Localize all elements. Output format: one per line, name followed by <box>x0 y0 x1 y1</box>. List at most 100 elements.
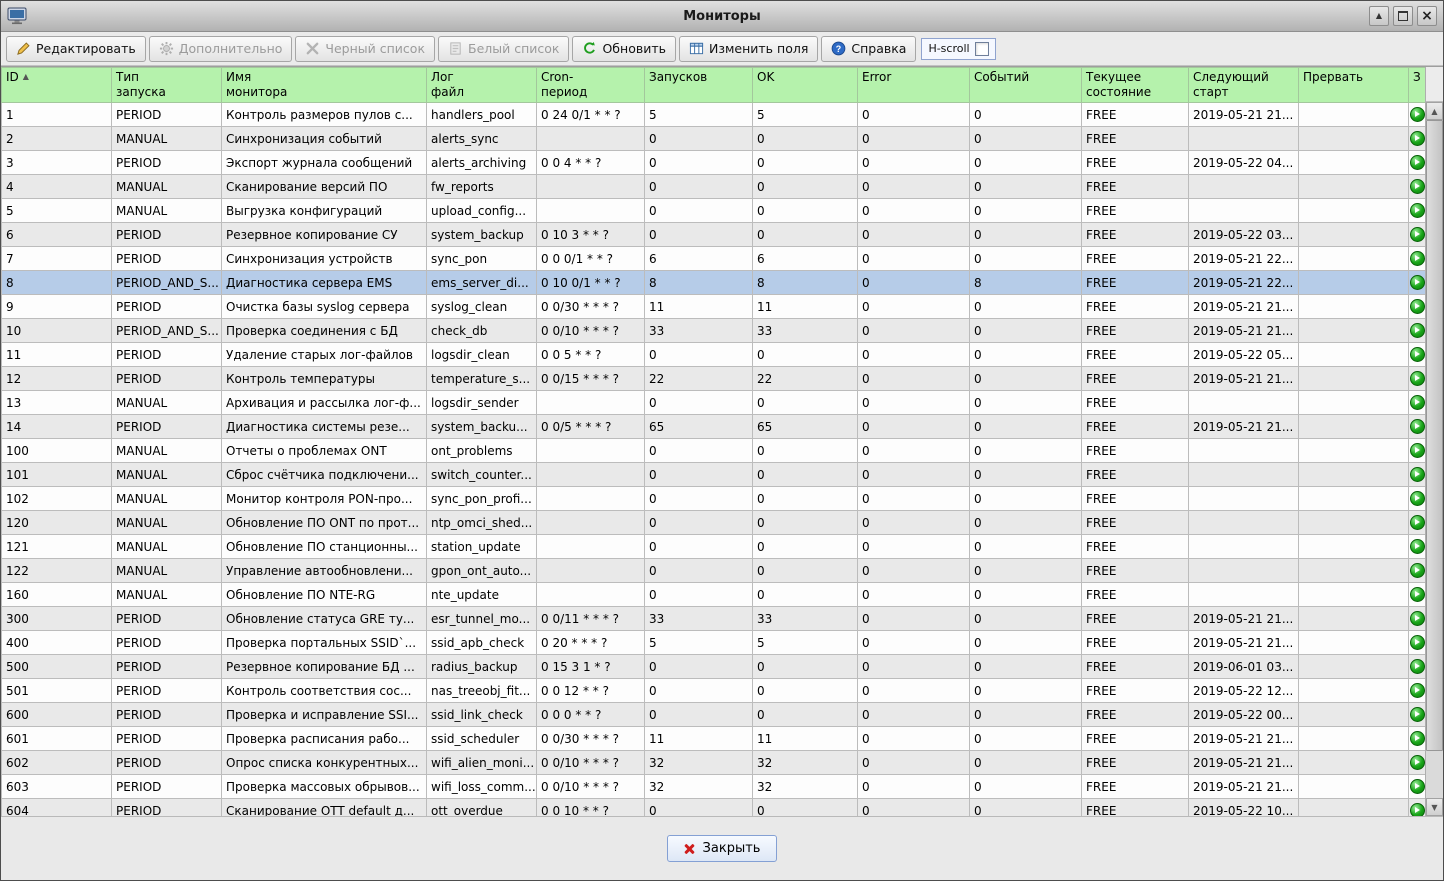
table-row[interactable]: 603PERIODПроверка массовых обрывов...wif… <box>2 775 1426 799</box>
run-monitor-button[interactable] <box>1410 107 1425 122</box>
run-monitor-button[interactable] <box>1410 251 1425 266</box>
run-monitor-button[interactable] <box>1410 803 1425 816</box>
hscroll-checkbox[interactable] <box>975 42 989 56</box>
cell-events: 0 <box>970 607 1082 631</box>
table-row[interactable]: 100MANUALОтчеты о проблемах ONTont_probl… <box>2 439 1426 463</box>
cell-launches: 0 <box>645 559 753 583</box>
table-row[interactable]: 500PERIODРезервное копирование БД ...rad… <box>2 655 1426 679</box>
close-dialog-button[interactable]: Закрыть <box>667 835 778 862</box>
cell-next_start: 2019-05-22 00... <box>1189 703 1299 727</box>
run-monitor-button[interactable] <box>1410 515 1425 530</box>
table-row[interactable]: 7PERIODСинхронизация устройствsync_pon0 … <box>2 247 1426 271</box>
table-row[interactable]: 6PERIODРезервное копирование СУsystem_ba… <box>2 223 1426 247</box>
table-row[interactable]: 5MANUALВыгрузка конфигурацийupload_confi… <box>2 199 1426 223</box>
run-monitor-button[interactable] <box>1410 683 1425 698</box>
column-header-run[interactable]: З <box>1409 68 1426 103</box>
table-row[interactable]: 8PERIOD_AND_S...Диагностика сервера EMSe… <box>2 271 1426 295</box>
column-header-launch_type[interactable]: Тип запуска <box>112 68 222 103</box>
run-monitor-button[interactable] <box>1410 467 1425 482</box>
run-monitor-button[interactable] <box>1410 179 1425 194</box>
table-row[interactable]: 120MANUALОбновление ПО ONT по прот...ntp… <box>2 511 1426 535</box>
scrollbar-track[interactable] <box>1426 120 1443 798</box>
table-row[interactable]: 602PERIODОпрос списка конкурентных...wif… <box>2 751 1426 775</box>
maximize-button[interactable] <box>1393 6 1413 26</box>
sort-ascending-icon: ▲ <box>23 72 29 81</box>
run-monitor-button[interactable] <box>1410 275 1425 290</box>
cell-current_state: FREE <box>1082 655 1189 679</box>
run-monitor-button[interactable] <box>1410 539 1425 554</box>
run-monitor-button[interactable] <box>1410 587 1425 602</box>
run-monitor-button[interactable] <box>1410 419 1425 434</box>
column-header-id[interactable]: ID▲ <box>2 68 112 103</box>
table-row[interactable]: 102MANUALМонитор контроля PON-про...sync… <box>2 487 1426 511</box>
rollup-button[interactable]: ▲ <box>1369 6 1389 26</box>
help-button[interactable]: ?Справка <box>821 36 916 62</box>
column-header-interrupt[interactable]: Прервать <box>1299 68 1409 103</box>
table-row[interactable]: 13MANUALАрхивация и рассылка лог-ф...log… <box>2 391 1426 415</box>
table-row[interactable]: 10PERIOD_AND_S...Проверка соединения с Б… <box>2 319 1426 343</box>
cell-monitor_name: Опрос списка конкурентных... <box>222 751 427 775</box>
table-row[interactable]: 1PERIODКонтроль размеров пулов с...handl… <box>2 103 1426 127</box>
table-row[interactable]: 300PERIODОбновление статуса GRE ту...esr… <box>2 607 1426 631</box>
column-header-log_file[interactable]: Лог файл <box>427 68 537 103</box>
table-row[interactable]: 122MANUALУправление автообновлени...gpon… <box>2 559 1426 583</box>
refresh-button[interactable]: Обновить <box>572 36 676 62</box>
column-header-cron_period[interactable]: Cron- период <box>537 68 645 103</box>
run-monitor-button[interactable] <box>1410 563 1425 578</box>
cell-ok: 0 <box>753 583 858 607</box>
table-row[interactable]: 101MANUALСброс счётчика подключени...swi… <box>2 463 1426 487</box>
cell-launches: 8 <box>645 271 753 295</box>
run-monitor-button[interactable] <box>1410 707 1425 722</box>
table-row[interactable]: 604PERIODСканирование OTT default д...ot… <box>2 799 1426 817</box>
table-row[interactable]: 400PERIODПроверка портальных SSID`...ssi… <box>2 631 1426 655</box>
scroll-down-button[interactable]: ▼ <box>1426 798 1443 816</box>
run-monitor-button[interactable] <box>1410 491 1425 506</box>
edit-fields-button[interactable]: Изменить поля <box>679 36 818 62</box>
scroll-up-button[interactable]: ▲ <box>1426 102 1443 120</box>
table-row[interactable]: 12PERIODКонтроль температурыtemperature_… <box>2 367 1426 391</box>
table-row[interactable]: 600PERIODПроверка и исправление SSI...ss… <box>2 703 1426 727</box>
column-header-error[interactable]: Error <box>858 68 970 103</box>
cell-launch_type: MANUAL <box>112 127 222 151</box>
run-monitor-button[interactable] <box>1410 299 1425 314</box>
table-row[interactable]: 2MANUALСинхронизация событийalerts_sync0… <box>2 127 1426 151</box>
column-header-next_start[interactable]: Следующий старт <box>1189 68 1299 103</box>
table-row[interactable]: 9PERIODОчистка базы syslog сервераsyslog… <box>2 295 1426 319</box>
run-monitor-button[interactable] <box>1410 659 1425 674</box>
run-monitor-button[interactable] <box>1410 155 1425 170</box>
table-row[interactable]: 4MANUALСканирование версий ПОfw_reports0… <box>2 175 1426 199</box>
run-monitor-button[interactable] <box>1410 347 1425 362</box>
close-window-button[interactable]: × <box>1417 6 1437 26</box>
table-row[interactable]: 11PERIODУдаление старых лог-файловlogsdi… <box>2 343 1426 367</box>
run-monitor-button[interactable] <box>1410 203 1425 218</box>
table-row[interactable]: 160MANUALОбновление ПО NTE-RGnte_update0… <box>2 583 1426 607</box>
column-header-ok[interactable]: OK <box>753 68 858 103</box>
vertical-scrollbar[interactable]: ▲ ▼ <box>1425 67 1443 816</box>
table-row[interactable]: 501PERIODКонтроль соответствия сос...nas… <box>2 679 1426 703</box>
table-row[interactable]: 601PERIODПроверка расписания рабо...ssid… <box>2 727 1426 751</box>
run-monitor-button[interactable] <box>1410 395 1425 410</box>
run-monitor-button[interactable] <box>1410 755 1425 770</box>
run-monitor-button[interactable] <box>1410 227 1425 242</box>
edit-button[interactable]: Редактировать <box>6 36 146 62</box>
run-monitor-button[interactable] <box>1410 779 1425 794</box>
whitelist-button: Белый список <box>438 36 569 62</box>
run-monitor-button[interactable] <box>1410 323 1425 338</box>
table-row[interactable]: 14PERIODДиагностика системы резе...syste… <box>2 415 1426 439</box>
titlebar[interactable]: Мониторы ▲ × <box>1 1 1443 32</box>
scrollbar-thumb[interactable] <box>1426 120 1443 751</box>
column-header-current_state[interactable]: Текущее состояние <box>1082 68 1189 103</box>
run-monitor-button[interactable] <box>1410 443 1425 458</box>
hscroll-toggle[interactable]: H-scroll <box>921 38 995 60</box>
table-row[interactable]: 121MANUALОбновление ПО станционны...stat… <box>2 535 1426 559</box>
table-row[interactable]: 3PERIODЭкспорт журнала сообщенийalerts_a… <box>2 151 1426 175</box>
run-monitor-button[interactable] <box>1410 635 1425 650</box>
column-header-monitor_name[interactable]: Имя монитора <box>222 68 427 103</box>
column-header-launches[interactable]: Запусков <box>645 68 753 103</box>
column-header-events[interactable]: Событий <box>970 68 1082 103</box>
cell-run <box>1409 583 1426 607</box>
run-monitor-button[interactable] <box>1410 731 1425 746</box>
run-monitor-button[interactable] <box>1410 611 1425 626</box>
run-monitor-button[interactable] <box>1410 371 1425 386</box>
run-monitor-button[interactable] <box>1410 131 1425 146</box>
